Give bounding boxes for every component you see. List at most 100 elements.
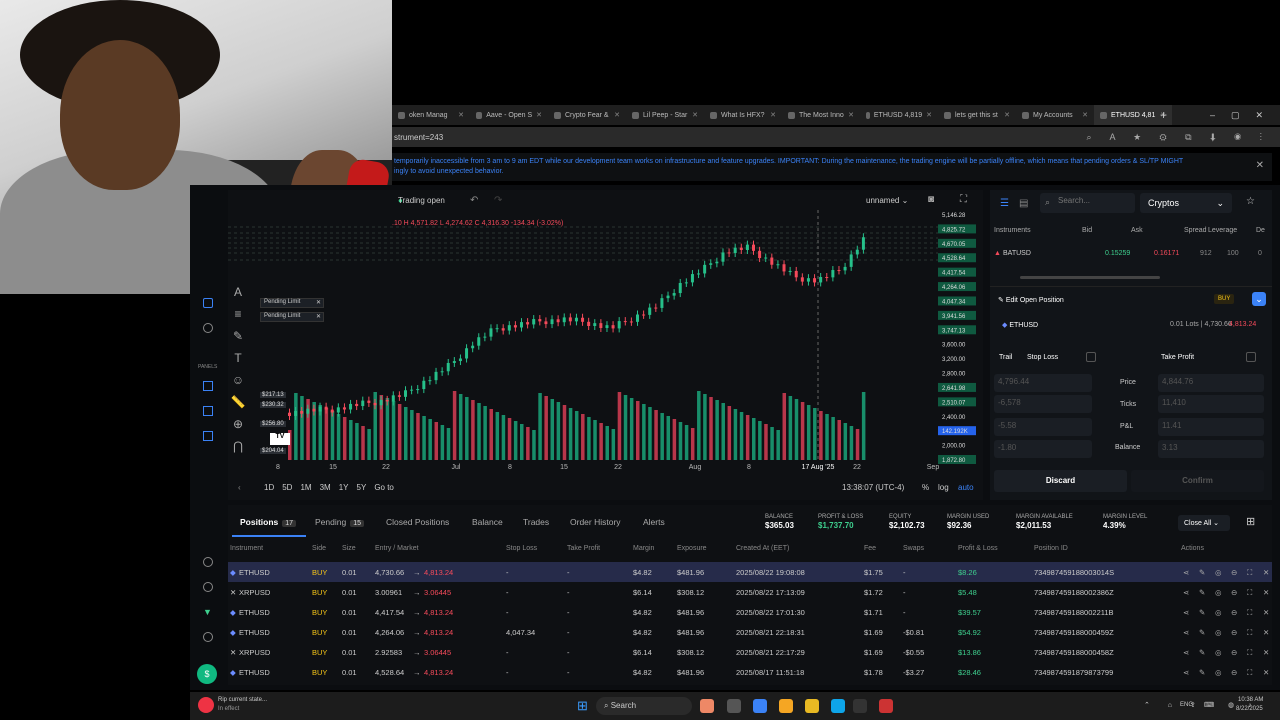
magnet-icon[interactable]: ⋂	[228, 439, 248, 457]
browser-tab[interactable]: My Accounts ✕	[1016, 105, 1094, 125]
close-notice-icon[interactable]: ✕	[1256, 161, 1264, 171]
sl-pnl-field[interactable]: -5.58	[994, 418, 1092, 436]
close-position-icon[interactable]: ⊖	[1231, 608, 1237, 617]
new-tab-icon[interactable]: +	[1160, 108, 1167, 122]
instrument-search[interactable]: ⌕	[1040, 193, 1135, 213]
sidebar-shield-icon[interactable]: ▼	[203, 607, 212, 617]
list-icon[interactable]: ▤	[1019, 198, 1028, 209]
table-column-header[interactable]: Exposure	[677, 545, 707, 552]
watchlist-icon[interactable]: ☰	[1000, 198, 1009, 209]
undo-icon[interactable]: ↶	[470, 195, 478, 206]
tab-close-icon[interactable]: ✕	[848, 111, 854, 119]
sidebar-gear-icon[interactable]	[203, 632, 213, 642]
edit-icon[interactable]: ✎	[1199, 588, 1205, 597]
expand-icon[interactable]: ⛶	[1247, 608, 1252, 618]
timeframe-button[interactable]: 5Y	[357, 483, 367, 492]
table-column-header[interactable]: Created At (EET)	[736, 545, 789, 552]
table-row[interactable]: ✕ XRPUSD BUY 0.01 3.00961 → 3.06445- - $6.14 $308…	[228, 582, 1272, 602]
sidebar-panel-icon-3[interactable]	[203, 431, 213, 441]
pending-limit-label-2[interactable]: Pending Limit ✕	[260, 312, 324, 322]
sidebar-panel-icon-2[interactable]	[203, 406, 213, 416]
table-column-header[interactable]: Fee	[864, 545, 876, 552]
browser-tab[interactable]: lets get this st ✕	[938, 105, 1016, 125]
sl-balance-field[interactable]: -1.80	[994, 440, 1092, 458]
sl-ticks-field[interactable]: -6,578	[994, 395, 1092, 413]
tp-balance-field[interactable]: 3.13	[1158, 440, 1264, 458]
table-row[interactable]: ◆ ETHUSD BUY 0.01 4,417.54 → 4,813.24 - - $4.82 $4…	[228, 602, 1272, 622]
delete-icon[interactable]: ✕	[1263, 668, 1269, 677]
log-toggle[interactable]: log	[938, 483, 949, 492]
browser-tab[interactable]: Aave - Open S ✕	[470, 105, 548, 125]
expand-icon[interactable]: ⛶	[1247, 628, 1252, 638]
share-icon[interactable]: ⋖	[1183, 648, 1189, 657]
delete-icon[interactable]: ✕	[1263, 588, 1269, 597]
target-icon[interactable]: ◎	[1215, 608, 1222, 617]
positions-tab[interactable]: Closed Positions	[386, 517, 449, 527]
sidebar-panel-icon-1[interactable]	[203, 381, 213, 391]
target-icon[interactable]: ◎	[1215, 668, 1222, 677]
delete-icon[interactable]: ✕	[1263, 648, 1269, 657]
fib-tool-icon[interactable]: ≡	[228, 307, 248, 325]
tab-close-icon[interactable]: ✕	[1004, 111, 1010, 119]
close-pending-icon-1[interactable]: ✕	[316, 299, 321, 306]
table-row[interactable]: ◆ ETHUSD BUY 0.01 4,264.06 → 4,813.24 4,047.34 -…	[228, 622, 1272, 642]
timeframe-button[interactable]: 5D	[282, 483, 292, 492]
grid-layout-icon[interactable]: ⊞	[1246, 515, 1255, 528]
pending-limit-label-1[interactable]: Pending Limit ✕	[260, 298, 324, 308]
table-column-header[interactable]: Profit & Loss	[958, 545, 998, 552]
taskbar-edge-icon[interactable]	[831, 699, 845, 713]
timeframe-button[interactable]: 3M	[320, 483, 331, 492]
tab-close-icon[interactable]: ✕	[770, 111, 776, 119]
ruler-icon[interactable]: 📏	[228, 395, 248, 413]
table-column-header[interactable]: Entry / Market	[375, 545, 419, 552]
taskbar-app-icon-6[interactable]	[879, 699, 893, 713]
user-avatar[interactable]: $	[197, 664, 217, 684]
positions-tab[interactable]: Order History	[570, 517, 621, 527]
table-column-header[interactable]: Size	[342, 545, 356, 552]
table-column-header[interactable]: Position ID	[1034, 545, 1068, 552]
tab-close-icon[interactable]: ✕	[458, 111, 464, 119]
chart-canvas[interactable]: 5,146.28 4,825.72 4,670.05 4,528.64 4,417.54…	[228, 190, 983, 500]
tp-ticks-field[interactable]: 11,410	[1158, 395, 1264, 413]
window-controls[interactable]: –▢✕	[1210, 110, 1279, 121]
timeframe-button[interactable]: Go to	[374, 483, 394, 492]
share-icon[interactable]: ⋖	[1183, 608, 1189, 617]
browser-tab[interactable]: The Most Inno ✕	[782, 105, 860, 125]
text-t-icon[interactable]: T	[228, 351, 248, 369]
collapse-chevron-icon[interactable]: ⌄	[1252, 292, 1266, 306]
close-position-icon[interactable]: ⊖	[1231, 628, 1237, 637]
table-column-header[interactable]: Stop Loss	[506, 545, 537, 552]
tab-close-icon[interactable]: ✕	[692, 111, 698, 119]
positions-tab[interactable]: Trades	[523, 517, 549, 527]
delete-icon[interactable]: ✕	[1263, 628, 1269, 637]
stop-loss-checkbox[interactable]	[1086, 352, 1096, 362]
table-column-header[interactable]: Side	[312, 545, 326, 552]
expand-icon[interactable]: ⛶	[1247, 668, 1252, 678]
redo-icon[interactable]: ↷	[494, 195, 502, 206]
taskbar-search[interactable]: ⌕ Search	[596, 697, 692, 715]
browser-tab[interactable]: Crypto Fear & ✕	[548, 105, 626, 125]
edit-icon[interactable]: ✎	[1199, 648, 1205, 657]
browser-tab[interactable]: ETHUSD 4,819 ✕	[860, 105, 938, 125]
taskbar-app-icon-4[interactable]	[779, 699, 793, 713]
share-icon[interactable]: ⋖	[1183, 668, 1189, 677]
target-icon[interactable]: ◎	[1215, 628, 1222, 637]
horizontal-scrollbar[interactable]	[1020, 276, 1160, 279]
brush-tool-icon[interactable]: ✎	[228, 329, 248, 347]
chevron-left-icon[interactable]: ‹	[238, 483, 241, 492]
taskbar-app-icon-5[interactable]	[853, 699, 867, 713]
windows-start-icon[interactable]: ⊞	[577, 698, 588, 714]
fullscreen-icon[interactable]: ⛶	[960, 194, 967, 205]
timeframe-button[interactable]: 1Y	[339, 483, 349, 492]
table-row[interactable]: ◆ ETHUSD BUY 0.01 4,730.66 → 4,813.24 - - $4.82 $4…	[228, 562, 1272, 582]
taskbar-folder-icon[interactable]	[805, 699, 819, 713]
sidebar-chart-icon[interactable]	[203, 298, 213, 308]
share-icon[interactable]: ⋖	[1183, 628, 1189, 637]
tp-price-field[interactable]: 4,844.76	[1158, 374, 1264, 392]
delete-icon[interactable]: ✕	[1263, 608, 1269, 617]
sidebar-clock-icon[interactable]	[203, 323, 213, 333]
close-position-icon[interactable]: ⊖	[1231, 668, 1237, 677]
weather-icon[interactable]	[198, 697, 214, 713]
take-profit-checkbox[interactable]	[1246, 352, 1256, 362]
camera-icon[interactable]: ◙	[928, 194, 934, 205]
